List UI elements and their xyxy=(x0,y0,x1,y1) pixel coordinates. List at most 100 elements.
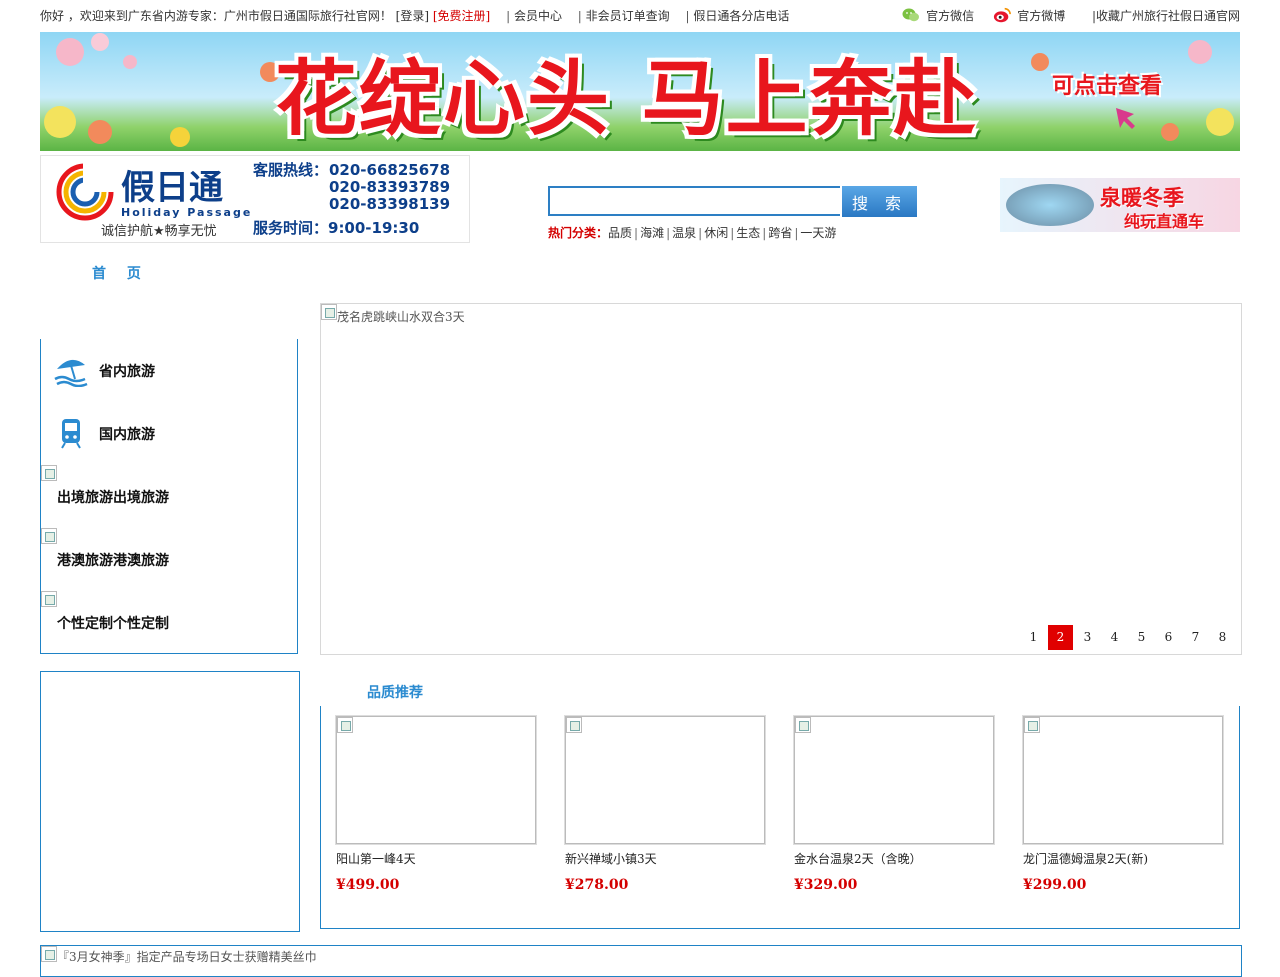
banner-title: 花绽心头 马上奔赴 xyxy=(275,52,978,147)
slider-page-button[interactable]: 4 xyxy=(1102,625,1127,650)
hot-category-link[interactable]: 生态 xyxy=(736,226,760,240)
promo-line2: 纯玩直通车 xyxy=(1124,212,1205,231)
product-image[interactable] xyxy=(794,716,994,844)
sidebar-item-label: 国内旅游 xyxy=(99,427,155,443)
broken-image-icon xyxy=(41,465,57,481)
product-price: ¥278.00 xyxy=(565,877,629,893)
product-price: ¥299.00 xyxy=(1023,877,1087,893)
hero-slider[interactable]: 茂名虎跳峡山水双合3天 12345678 xyxy=(320,303,1242,655)
broken-image-icon xyxy=(41,591,57,607)
separator: | xyxy=(730,226,735,240)
sidebar-item-label: 省内旅游 xyxy=(99,364,155,380)
hotline-number: 020-83393789 xyxy=(329,178,451,196)
broken-image-icon xyxy=(1024,717,1040,733)
sidebar-item-domestic[interactable]: 国内旅游 xyxy=(41,402,297,465)
category-sidebar: 省内旅游 国内旅游 出境旅游出境旅游 港澳旅游港澳旅游 个性定制个性定制 xyxy=(40,339,298,654)
hot-category-link[interactable]: 品质 xyxy=(608,226,632,240)
hotline-number: 020-66825678 xyxy=(329,161,451,179)
service-hours: 服务时间：9:00-19:30 xyxy=(253,219,420,237)
slider-page-button-active[interactable]: 2 xyxy=(1048,625,1073,650)
quality-products: 阳山第一峰4天 ¥499.00 新兴禅域小镇3天 ¥278.00 金水台温泉2天… xyxy=(320,706,1240,929)
hot-categories-label: 热门分类： xyxy=(548,226,609,240)
wechat-link[interactable]: 官方微信 xyxy=(902,8,978,23)
weibo-label: 官方微博 xyxy=(1017,9,1066,23)
slider-page-button[interactable]: 1 xyxy=(1021,625,1046,650)
branch-phone-link[interactable]: 假日通各分店电话 xyxy=(693,9,789,23)
quality-section-title: 品质推荐 xyxy=(367,685,423,701)
broken-image-icon xyxy=(566,717,582,733)
hotline-number: 020-83398139 xyxy=(329,195,451,213)
logo-area[interactable]: 假日通 Holiday Passage 诚信护航★畅享无忧 客服热线： 020-… xyxy=(40,155,470,243)
promo-banner[interactable]: 泉暖冬季 纯玩直通车 xyxy=(1000,178,1240,232)
product-card[interactable]: 新兴禅域小镇3天 ¥278.00 xyxy=(565,716,765,893)
banner-hint: 可点击查看 xyxy=(1051,74,1162,99)
search-input[interactable] xyxy=(548,186,840,216)
order-query-link[interactable]: 非会员订单查询 xyxy=(586,9,670,23)
main-banner[interactable]: 花绽心头 马上奔赴 可点击查看 xyxy=(40,32,1240,151)
sidebar-item-label: 个性定制个性定制 xyxy=(57,616,169,632)
slider-page-button[interactable]: 8 xyxy=(1210,625,1235,650)
logo-brand-en: Holiday Passage xyxy=(121,206,253,219)
separator: | xyxy=(634,226,639,240)
favorite-link[interactable]: |收藏广州旅行社假日通官网 xyxy=(1092,9,1240,23)
product-price: ¥499.00 xyxy=(336,877,400,893)
register-link[interactable]: [免费注册] xyxy=(433,9,490,23)
logo-slogan: 诚信护航★畅享无忧 xyxy=(101,224,217,239)
logo-swirl-icon xyxy=(56,162,115,221)
nav-home[interactable]: 首 页 xyxy=(92,263,149,283)
hotline-block: 客服热线： 020-66825678 020-83393789 020-8339… xyxy=(253,161,450,213)
hot-categories: 热门分类：品质 | 海滩 | 温泉 | 休闲 | 生态 | 跨省 | 一天游 xyxy=(548,224,836,242)
broken-image-icon xyxy=(795,717,811,733)
wechat-label: 官方微信 xyxy=(926,9,975,23)
bottom-promo-banner[interactable]: 『3月女神季』指定产品专场日女士获赠精美丝巾 xyxy=(40,945,1242,977)
product-name[interactable]: 龙门温德姆温泉2天(新) xyxy=(1023,850,1223,867)
separator: | xyxy=(685,9,690,23)
broken-image-icon xyxy=(337,717,353,733)
broken-image-icon xyxy=(41,528,57,544)
sidebar-item-outbound[interactable]: 出境旅游出境旅游 xyxy=(41,465,297,528)
separator: | xyxy=(794,226,799,240)
sidebar-item-custom[interactable]: 个性定制个性定制 xyxy=(41,591,297,654)
sidebar-item-domestic-province[interactable]: 省内旅游 xyxy=(41,339,297,402)
slider-page-button[interactable]: 6 xyxy=(1156,625,1181,650)
hot-category-link[interactable]: 跨省 xyxy=(768,226,792,240)
product-name[interactable]: 新兴禅域小镇3天 xyxy=(565,850,765,867)
slider-page-button[interactable]: 7 xyxy=(1183,625,1208,650)
product-image[interactable] xyxy=(336,716,536,844)
hot-category-link[interactable]: 温泉 xyxy=(672,226,696,240)
hot-category-link[interactable]: 海滩 xyxy=(640,226,664,240)
cursor-arrow-icon xyxy=(1116,108,1135,129)
member-center-link[interactable]: 会员中心 xyxy=(514,9,562,23)
product-card[interactable]: 阳山第一峰4天 ¥499.00 xyxy=(336,716,536,893)
product-price: ¥329.00 xyxy=(794,877,858,893)
product-image[interactable] xyxy=(1023,716,1223,844)
product-name[interactable]: 金水台温泉2天（含晚） xyxy=(794,850,994,867)
train-icon xyxy=(61,419,81,449)
logo-brand: 假日通 xyxy=(121,168,223,208)
welcome-text: 你好 ，欢迎来到广东省内游专家：广州市假日通国际旅行社官网！ xyxy=(40,9,392,23)
hot-category-link[interactable]: 休闲 xyxy=(704,226,728,240)
top-bar: 你好 ，欢迎来到广东省内游专家：广州市假日通国际旅行社官网！ [登录] [免费注… xyxy=(40,0,1240,32)
separator: | xyxy=(666,226,671,240)
separator: | xyxy=(698,226,703,240)
product-image[interactable] xyxy=(565,716,765,844)
wechat-icon xyxy=(902,8,920,22)
slider-page-button[interactable]: 5 xyxy=(1129,625,1154,650)
hotline-label: 客服热线： xyxy=(253,161,329,179)
search-button[interactable]: 搜 索 xyxy=(842,186,917,217)
slider-pager: 12345678 xyxy=(1019,625,1235,650)
product-card[interactable]: 龙门温德姆温泉2天(新) ¥299.00 xyxy=(1023,716,1223,893)
product-card[interactable]: 金水台温泉2天（含晚） ¥329.00 xyxy=(794,716,994,893)
login-link[interactable]: [登录] xyxy=(396,9,429,23)
beach-umbrella-icon xyxy=(54,359,88,387)
left-info-box xyxy=(40,671,300,932)
hot-category-link[interactable]: 一天游 xyxy=(800,226,836,240)
sidebar-item-label: 出境旅游出境旅游 xyxy=(57,490,169,506)
product-name[interactable]: 阳山第一峰4天 xyxy=(336,850,536,867)
slider-page-button[interactable]: 3 xyxy=(1075,625,1100,650)
sidebar-item-hkmacau[interactable]: 港澳旅游港澳旅游 xyxy=(41,528,297,591)
bottom-banner-alt: 『3月女神季』指定产品专场日女士获赠精美丝巾 xyxy=(57,950,317,964)
weibo-icon xyxy=(994,7,1012,23)
weibo-link[interactable]: 官方微博 xyxy=(993,7,1069,23)
separator: | xyxy=(577,9,582,23)
